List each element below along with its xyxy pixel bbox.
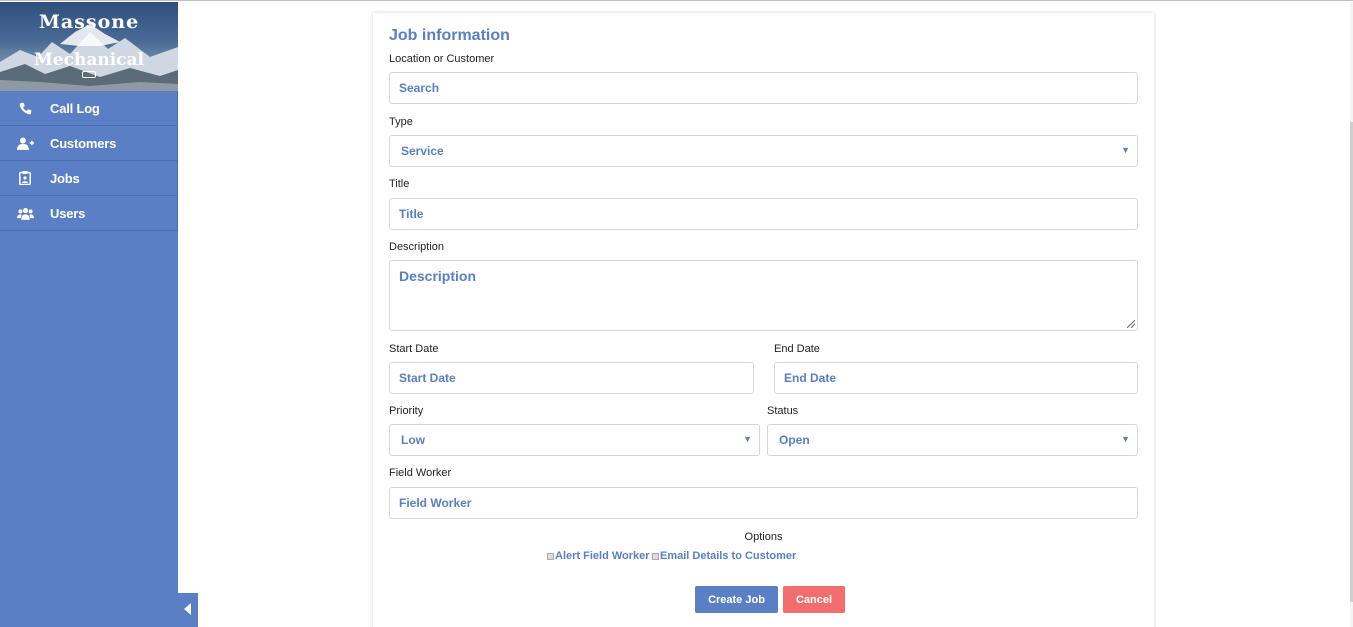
start-date-label: Start Date	[389, 343, 439, 355]
start-date-placeholder: Start Date	[399, 371, 456, 385]
sidebar: Massone Mechanical Call Log Customers Jo…	[0, 2, 178, 627]
sidebar-item-label: Users	[50, 205, 86, 221]
sidebar-item-label: Jobs	[50, 170, 80, 186]
brand-logo[interactable]: Massone Mechanical	[0, 2, 178, 91]
description-placeholder: Description	[399, 268, 477, 284]
alert-field-worker-label: Alert Field Worker	[555, 550, 650, 562]
status-label: Status	[767, 405, 799, 417]
field-worker-label: Field Worker	[389, 467, 452, 479]
type-select[interactable]: Service ▼	[389, 135, 1138, 167]
title-label: Title	[389, 178, 410, 190]
sidebar-item-label: Call Log	[50, 100, 100, 116]
cancel-button[interactable]: Cancel	[783, 586, 845, 613]
add-user-icon	[0, 137, 50, 150]
location-label: Location or Customer	[389, 53, 495, 65]
field-worker-placeholder: Field Worker	[399, 496, 472, 510]
chevron-down-icon: ▼	[1121, 434, 1130, 444]
email-customer-checkbox[interactable]	[652, 552, 659, 560]
start-date-input[interactable]: Start Date	[389, 362, 754, 394]
sidebar-item-customers[interactable]: Customers	[0, 126, 178, 161]
end-date-label: End Date	[774, 343, 820, 355]
priority-select[interactable]: Low ▼	[389, 424, 760, 456]
priority-value: Low	[401, 433, 425, 447]
alert-field-worker-option[interactable]: Alert Field Worker	[547, 550, 650, 562]
phone-icon	[0, 102, 50, 115]
alert-field-worker-checkbox[interactable]	[547, 552, 554, 560]
priority-label: Priority	[389, 405, 424, 417]
resize-handle-icon[interactable]	[1127, 320, 1135, 328]
chevron-down-icon: ▼	[1121, 145, 1130, 155]
job-form-card: Job information Location or Customer Sea…	[373, 13, 1154, 627]
chevron-down-icon: ▼	[743, 434, 752, 444]
caret-left-icon	[184, 602, 192, 620]
create-job-button[interactable]: Create Job	[695, 586, 778, 613]
sidebar-item-call-log[interactable]: Call Log	[0, 91, 178, 126]
field-worker-input[interactable]: Field Worker	[389, 487, 1138, 519]
title-placeholder: Title	[399, 207, 424, 221]
location-placeholder: Search	[399, 81, 440, 95]
email-customer-label: Email Details to Customer	[660, 550, 797, 562]
end-date-placeholder: End Date	[784, 371, 837, 385]
title-input[interactable]: Title	[389, 198, 1138, 230]
type-value: Service	[401, 144, 444, 158]
sidebar-item-jobs[interactable]: Jobs	[0, 161, 178, 196]
location-search-input[interactable]: Search	[389, 72, 1138, 104]
form-title: Job information	[389, 27, 510, 44]
brand-inc-tag	[82, 71, 96, 78]
sidebar-collapse-button[interactable]	[178, 593, 198, 627]
brand-name-line1: Massone	[38, 11, 140, 33]
sidebar-item-label: Customers	[50, 135, 117, 151]
status-select[interactable]: Open ▼	[767, 424, 1138, 456]
description-label: Description	[389, 241, 445, 253]
description-textarea[interactable]: Description	[389, 260, 1138, 331]
status-value: Open	[779, 433, 810, 447]
users-icon	[0, 207, 50, 220]
end-date-input[interactable]: End Date	[774, 362, 1138, 394]
email-customer-option[interactable]: Email Details to Customer	[652, 550, 796, 562]
clipboard-icon	[0, 171, 50, 185]
brand-name-line2: Mechanical	[33, 50, 144, 70]
type-label: Type	[389, 116, 413, 128]
sidebar-item-users[interactable]: Users	[0, 196, 178, 231]
options-heading: Options	[744, 531, 783, 543]
